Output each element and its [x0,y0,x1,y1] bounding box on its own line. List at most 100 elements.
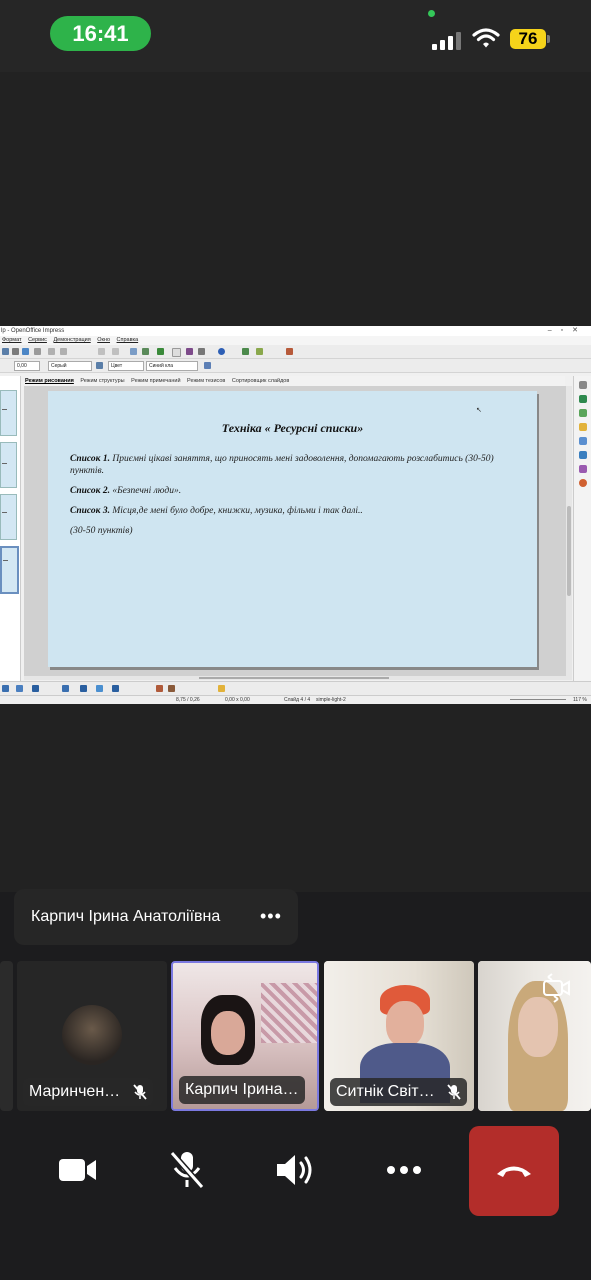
tab-notes-view[interactable]: Режим примечаний [131,378,180,384]
slide-list-item: Список 1. Приємні цікаві заняття, що при… [70,453,522,477]
participant-tile-active[interactable]: Карпич Ірина… [171,961,319,1111]
slide-counter: Слайд 4 / 4 [284,697,311,703]
menu-help[interactable]: Справка [117,337,139,343]
task-panel [573,376,591,681]
master-slides-icon[interactable] [579,451,587,459]
save-icon[interactable] [2,348,9,355]
camera-in-use-indicator [428,10,435,17]
participant-face [386,1001,424,1047]
scroll-thumb[interactable] [567,506,571,596]
spellcheck-icon[interactable] [22,348,29,355]
status-line: 8,75 / 0,26 0,00 x 0,00 Слайд 4 / 4 simp… [0,695,591,704]
participant-name-tag: Карпич Ірина… [179,1076,305,1104]
properties-icon[interactable] [579,381,587,389]
draw-functions-icon[interactable] [186,348,193,355]
current-slide[interactable]: Техніка « Ресурсні списки» ↖ Список 1. П… [48,391,537,667]
navigator-panel-icon[interactable] [579,479,587,487]
cellular-signal-icon [432,30,462,50]
area-color-select[interactable]: Синий кла [146,361,198,371]
arrow-tool-icon[interactable] [62,685,69,692]
slide-thumbnail[interactable] [0,442,17,488]
redo-icon[interactable] [112,348,119,355]
shared-screen[interactable]: lp - OpenOffice Impress –▫✕ Формат Серви… [0,326,591,704]
gallery-icon[interactable] [579,409,587,417]
window-title: lp - OpenOffice Impress [0,326,591,336]
list-text: «Безпечні люди». [109,486,182,496]
cursor-position: 8,75 / 0,26 [176,697,200,703]
stars-tool-icon[interactable] [112,685,119,692]
zoom-icon[interactable] [198,348,205,355]
status-time[interactable]: 16:41 [50,16,151,51]
mic-off-icon [169,1151,205,1189]
new-slide-icon[interactable] [256,348,263,355]
shapes-tool-icon[interactable] [32,685,39,692]
layouts-icon[interactable] [579,465,587,473]
scroll-thumb[interactable] [199,677,389,679]
more-button[interactable] [360,1126,448,1216]
slide-layout-icon[interactable] [242,348,249,355]
participant-name: Маринчен… [29,1083,121,1100]
zoom-slider[interactable] [510,699,566,700]
line-width-field[interactable]: 0,00 [14,361,40,371]
area-style-select[interactable]: Цвет [108,361,144,371]
list-label: Список 1. [70,454,110,464]
help-icon[interactable] [218,348,225,355]
chart-icon[interactable] [130,348,137,355]
mic-muted-icon [447,1084,461,1100]
participant-face [211,1011,245,1055]
participant-tile[interactable]: Ситнік Світ… [324,961,474,1111]
tab-outline-view[interactable]: Режим структуры [80,378,124,384]
horizontal-scrollbar[interactable] [24,676,566,680]
line-color-select[interactable]: Серый [48,361,92,371]
participant-tile[interactable]: Маринчен… [17,961,167,1111]
more-options-icon[interactable]: ••• [260,889,282,943]
slideshow-icon[interactable] [286,348,293,355]
speaker-button[interactable] [251,1126,339,1216]
slide-work-area[interactable]: Техніка « Ресурсні списки» ↖ Список 1. П… [24,386,566,680]
list-text: Місця,де мені було добре, книжки, музика… [109,506,363,516]
slide-thumbnail-selected[interactable] [0,546,19,594]
list-label: Список 3. [70,506,110,516]
microphone-button[interactable] [142,1126,230,1216]
frame-icon[interactable] [172,348,181,357]
active-speaker-label[interactable]: Карпич Ірина Анатоліївна ••• [14,889,298,945]
animation-icon[interactable] [579,423,587,431]
tab-drawing-view[interactable]: Режим рисования [25,378,74,384]
menu-service[interactable]: Сервис [28,337,47,343]
fontwork-tool-icon[interactable] [168,685,175,692]
paste-icon[interactable] [60,348,67,355]
line-tool-icon[interactable] [16,685,23,692]
print-icon[interactable] [12,348,19,355]
participant-tile-partial[interactable] [0,961,13,1111]
shadow-icon[interactable] [204,362,211,369]
flowchart-tool-icon[interactable] [80,685,87,692]
slide-thumbnail[interactable] [0,494,17,540]
menu-slideshow[interactable]: Демонстрация [53,337,90,343]
callout-tool-icon[interactable] [96,685,103,692]
undo-icon[interactable] [98,348,105,355]
background-decor [261,983,317,1043]
avatar [62,1005,122,1065]
cut-icon[interactable] [34,348,41,355]
copy-icon[interactable] [48,348,55,355]
table-icon[interactable] [142,348,149,355]
menu-window[interactable]: Окно [97,337,110,343]
slide-thumbnail[interactable] [0,390,17,436]
extrusion-tool-icon[interactable] [218,685,225,692]
area-icon[interactable] [96,362,103,369]
transition-icon[interactable] [579,437,587,445]
tab-slide-sorter[interactable]: Сортировщик слайдов [232,378,289,384]
navigator-icon[interactable] [157,348,164,355]
video-camera-icon [59,1159,96,1181]
camera-button[interactable] [34,1126,122,1216]
switch-camera-icon[interactable] [542,973,572,1003]
select-tool-icon[interactable] [2,685,9,692]
styles-icon[interactable] [579,395,587,403]
end-call-button[interactable] [469,1126,559,1216]
image-tool-icon[interactable] [156,685,163,692]
mouse-cursor-icon: ↖ [476,407,482,414]
menu-format[interactable]: Формат [2,337,22,343]
tab-handout-view[interactable]: Режим тезисов [187,378,225,384]
self-view-tile[interactable] [478,961,591,1111]
vertical-scrollbar[interactable] [566,386,572,680]
